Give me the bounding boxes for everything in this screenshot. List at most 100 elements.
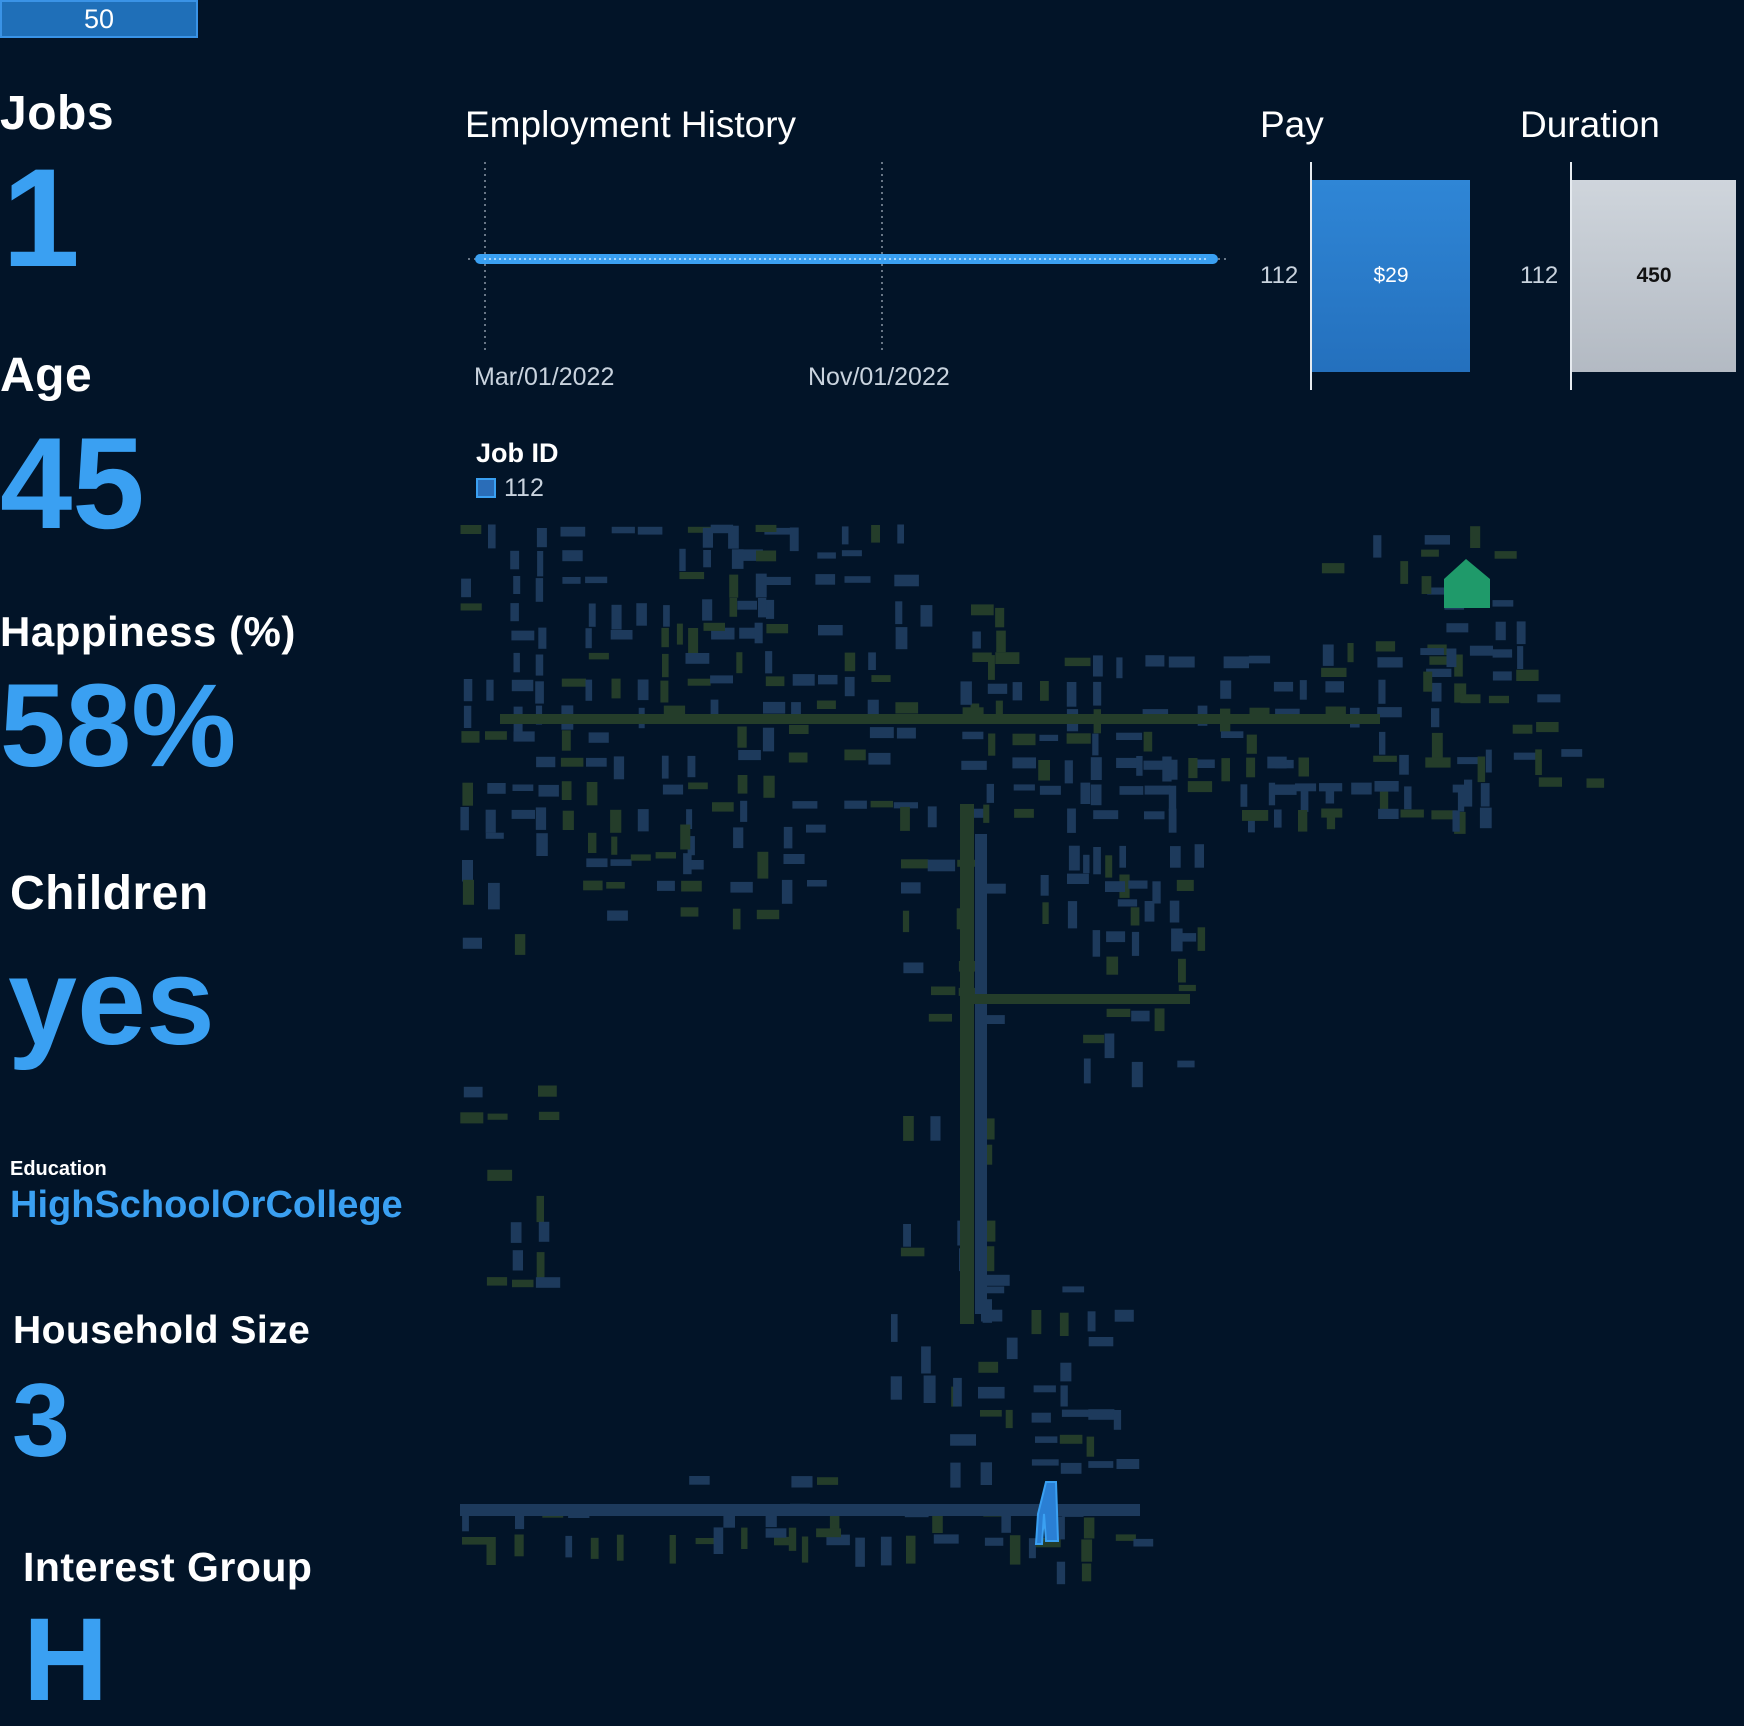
building-block — [485, 731, 507, 740]
building-block — [902, 910, 910, 933]
building-block — [1400, 561, 1409, 584]
building-block — [844, 749, 866, 761]
building-block — [1042, 902, 1049, 924]
building-block — [689, 1476, 710, 1485]
building-block — [983, 804, 990, 823]
building-block — [1492, 649, 1513, 658]
building-block — [1060, 1462, 1082, 1474]
building-block — [1035, 1436, 1058, 1443]
building-block — [611, 678, 621, 699]
building-block — [1090, 757, 1102, 780]
building-block — [512, 1250, 523, 1271]
building-block — [1194, 759, 1215, 768]
building-block — [1081, 1563, 1092, 1582]
building-block — [868, 752, 891, 765]
building-block — [1295, 783, 1317, 792]
building-block — [657, 880, 675, 891]
building-block — [1168, 656, 1195, 668]
building-block — [1273, 681, 1294, 692]
legend-item-112[interactable]: 112 — [504, 474, 544, 503]
building-block — [710, 675, 733, 684]
home-marker-icon[interactable] — [1444, 559, 1490, 608]
pay-bar-112[interactable]: $29 — [1312, 180, 1470, 372]
building-block — [462, 1537, 488, 1545]
building-block — [1298, 757, 1309, 777]
duration-category-label: 112 — [1520, 262, 1559, 289]
building-block — [460, 525, 482, 534]
building-block — [1516, 621, 1526, 645]
building-block — [1033, 1385, 1056, 1393]
building-block — [1039, 785, 1061, 795]
building-block — [1088, 1409, 1115, 1420]
building-block — [1131, 1061, 1143, 1088]
building-block — [950, 1434, 976, 1446]
building-block — [510, 1222, 522, 1243]
building-block — [679, 572, 705, 580]
household-value: 3 — [12, 1363, 70, 1479]
building-block — [461, 731, 480, 743]
building-block — [841, 526, 849, 545]
building-block — [685, 653, 710, 664]
building-block — [1064, 760, 1073, 784]
building-block — [1177, 933, 1197, 942]
building-block — [896, 727, 916, 739]
building-block — [680, 907, 699, 917]
building-block — [921, 1346, 931, 1374]
building-block — [663, 705, 686, 716]
pay-category-label: 112 — [1260, 262, 1299, 289]
building-block — [1561, 749, 1583, 757]
building-block — [928, 1013, 952, 1022]
building-block — [844, 676, 855, 697]
duration-bar-112[interactable]: 450 — [1572, 180, 1736, 372]
building-block — [586, 782, 598, 806]
building-block — [900, 1247, 925, 1257]
building-block — [1197, 927, 1206, 951]
building-block — [1093, 655, 1103, 677]
participant-select[interactable]: 50 — [0, 0, 198, 38]
city-map[interactable] — [460, 524, 1610, 1604]
building-block — [512, 1279, 534, 1288]
happiness-value: 58% — [0, 660, 237, 792]
building-block — [1431, 682, 1442, 702]
building-block — [562, 810, 574, 830]
building-block — [1322, 644, 1334, 666]
building-block — [1154, 1008, 1165, 1032]
building-block — [895, 702, 919, 714]
building-block — [1115, 1534, 1136, 1541]
legend-swatch-112[interactable] — [476, 478, 496, 498]
building-block — [996, 630, 1006, 653]
building-block — [788, 752, 808, 763]
tick-label-nov: Nov/01/2022 — [808, 363, 950, 391]
building-block — [1492, 600, 1514, 607]
building-block — [1242, 810, 1269, 821]
building-block — [662, 784, 684, 795]
building-block — [1066, 682, 1077, 707]
building-block — [487, 1169, 513, 1181]
building-block — [514, 1534, 524, 1557]
jobs-value: 1 — [2, 139, 80, 296]
interest-value: H — [23, 1594, 109, 1726]
building-block — [1457, 757, 1481, 765]
building-block — [1424, 535, 1450, 545]
building-block — [806, 824, 826, 833]
building-block — [1347, 643, 1354, 663]
building-strip — [960, 804, 974, 1324]
building-block — [980, 1410, 1002, 1417]
building-block — [1321, 563, 1345, 574]
building-block — [844, 652, 856, 672]
building-block — [1093, 681, 1102, 706]
building-block — [868, 652, 876, 670]
building-block — [1176, 879, 1194, 891]
building-block — [514, 934, 526, 955]
building-block — [679, 548, 686, 572]
building-block — [927, 859, 956, 872]
building-block — [460, 603, 482, 611]
building-block — [1040, 681, 1049, 701]
building-block — [561, 781, 572, 800]
building-block — [1009, 1535, 1021, 1565]
building-block — [1168, 785, 1177, 811]
workplace-marker[interactable] — [1034, 1481, 1060, 1545]
building-block — [630, 854, 651, 861]
building-block — [1143, 731, 1153, 752]
building-block — [1248, 655, 1271, 664]
